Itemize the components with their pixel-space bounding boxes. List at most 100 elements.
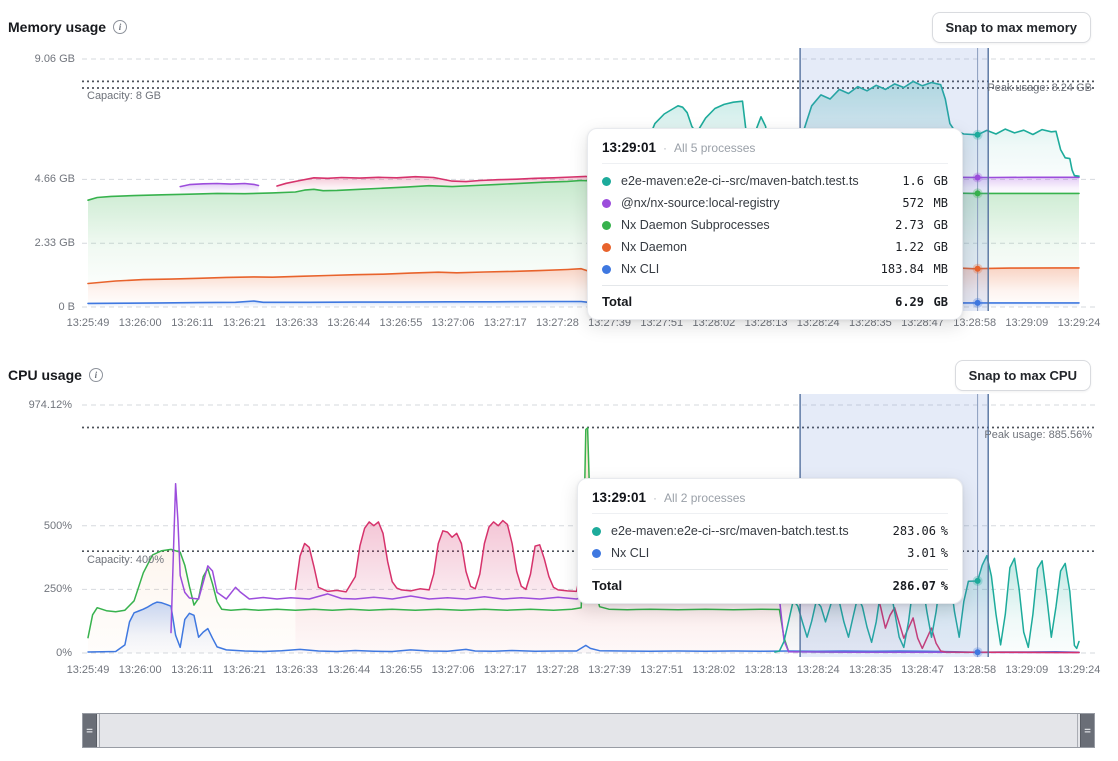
cpu-capacity-label: Capacity: 400%	[87, 554, 164, 566]
process-unit: MB	[924, 196, 948, 210]
process-value: 572	[902, 196, 924, 210]
tooltip-subtitle: All 2 processes	[664, 491, 745, 505]
snap-to-max-cpu-button[interactable]: Snap to max CPU	[955, 360, 1091, 391]
tooltip-rows: e2e-maven:e2e-ci--src/maven-batch.test.t…	[592, 514, 948, 564]
tooltip-rows: e2e-maven:e2e-ci--src/maven-batch.test.t…	[602, 164, 948, 280]
x-axis-tick-label: 13:29:24	[1058, 664, 1101, 676]
process-value: 283.06	[893, 524, 936, 538]
tooltip-row: Nx Daemon1.22GB	[602, 236, 948, 258]
series-area-local-registry-b	[955, 177, 1080, 193]
process-name: e2e-maven:e2e-ci--src/maven-batch.test.t…	[621, 174, 859, 188]
cpu-peak-label: Peak usage: 885.56%	[984, 429, 1092, 441]
snap-to-max-memory-button[interactable]: Snap to max memory	[932, 12, 1092, 43]
x-axis-tick-label: 13:26:11	[171, 664, 213, 676]
x-axis-tick-label: 13:28:35	[849, 664, 892, 676]
series-color-dot	[602, 265, 611, 274]
series-color-dot	[592, 549, 601, 558]
process-value: 183.84	[881, 262, 924, 276]
brush-selection-edge	[1077, 714, 1078, 747]
x-axis-tick-label: 13:26:55	[380, 664, 423, 676]
x-axis-tick-label: 13:28:47	[901, 664, 944, 676]
x-axis-tick-label: 13:28:13	[745, 664, 788, 676]
memory-chart-plot[interactable]	[0, 0, 1118, 761]
x-axis-tick-label: 13:26:44	[327, 317, 370, 329]
x-axis-tick-label: 13:26:55	[380, 317, 423, 329]
series-area-cpu-nx-cli	[88, 602, 1079, 653]
y-axis-tick-label: 250%	[44, 583, 72, 595]
process-unit: GB	[924, 240, 948, 254]
x-axis-tick-label: 13:26:00	[119, 317, 162, 329]
tooltip-header: 13:29:01 · All 5 processes	[602, 140, 948, 164]
tooltip-row: e2e-maven:e2e-ci--src/maven-batch.test.t…	[592, 520, 948, 542]
hover-marker-dot	[975, 132, 981, 138]
tooltip-total-value: 6.29	[895, 295, 924, 309]
hover-marker-halo	[973, 647, 983, 657]
series-color-dot	[602, 199, 611, 208]
process-value: 1.22	[895, 240, 924, 254]
cpu-tooltip: 13:29:01 · All 2 processes e2e-maven:e2e…	[577, 478, 963, 604]
process-name: e2e-maven:e2e-ci--src/maven-batch.test.t…	[611, 524, 849, 538]
hover-marker-dot	[975, 649, 981, 655]
x-axis-tick-label: 13:29:09	[1005, 664, 1048, 676]
process-unit: %	[936, 546, 948, 560]
tooltip-header: 13:29:01 · All 2 processes	[592, 490, 948, 514]
x-axis-tick-label: 13:28:58	[953, 317, 996, 329]
x-axis-tick-label: 13:27:06	[432, 664, 475, 676]
hover-marker-dot	[975, 175, 981, 181]
x-axis-tick-label: 13:29:09	[1005, 317, 1048, 329]
x-axis-tick-label: 13:26:33	[275, 664, 318, 676]
drag-handle-icon: =	[1084, 724, 1091, 737]
tooltip-total-row: Total 286.07 %	[592, 569, 948, 593]
hover-marker-dot	[975, 190, 981, 196]
tooltip-separator: ·	[663, 141, 667, 155]
process-name: Nx Daemon Subprocesses	[621, 218, 770, 232]
cpu-section-title: CPU usage	[8, 367, 82, 383]
x-axis-tick-label: 13:29:24	[1058, 317, 1101, 329]
y-axis-tick-label: 0 B	[58, 301, 75, 313]
tooltip-row: Nx CLI183.84MB	[602, 258, 948, 280]
series-color-dot	[602, 243, 611, 252]
cpu-chart-plot[interactable]	[0, 0, 1118, 761]
cpu-section-header: CPU usage i	[8, 367, 103, 383]
tooltip-total-label: Total	[602, 294, 632, 309]
series-color-dot	[602, 177, 611, 186]
x-axis-tick-label: 13:26:11	[171, 317, 213, 329]
memory-section-header: Memory usage i	[8, 19, 127, 35]
memory-peak-label: Peak usage: 8.24 GB	[987, 82, 1092, 94]
info-icon[interactable]: i	[113, 20, 127, 34]
series-color-dot	[592, 527, 601, 536]
y-axis-tick-label: 4.66 GB	[35, 173, 75, 185]
tooltip-total-row: Total 6.29 GB	[602, 285, 948, 309]
x-axis-tick-label: 13:27:17	[484, 317, 527, 329]
hover-marker-halo	[973, 188, 983, 198]
x-axis-tick-label: 13:25:49	[67, 317, 110, 329]
process-value: 2.73	[895, 218, 924, 232]
drag-handle-icon: =	[86, 724, 93, 737]
hover-marker-dot	[975, 266, 981, 272]
y-axis-tick-label: 0%	[56, 647, 72, 659]
info-icon[interactable]: i	[89, 368, 103, 382]
x-axis-tick-label: 13:26:33	[275, 317, 318, 329]
process-value: 1.6	[902, 174, 924, 188]
x-axis-tick-label: 13:27:28	[536, 664, 579, 676]
x-axis-tick-label: 13:26:21	[223, 317, 266, 329]
x-axis-tick-label: 13:27:28	[536, 317, 579, 329]
tooltip-subtitle: All 5 processes	[674, 141, 755, 155]
x-axis-tick-label: 13:27:17	[484, 664, 527, 676]
series-area-local-registry-a	[180, 184, 258, 195]
series-line-cpu-nx-cli	[88, 602, 1079, 652]
tooltip-total-label: Total	[592, 578, 622, 593]
x-axis-tick-label: 13:26:44	[327, 664, 370, 676]
series-color-dot	[602, 221, 611, 230]
memory-tooltip: 13:29:01 · All 5 processes e2e-maven:e2e…	[587, 128, 963, 320]
x-axis-tick-label: 13:27:39	[588, 664, 631, 676]
brush-handle-right[interactable]: =	[1080, 714, 1094, 747]
tooltip-row: Nx CLI3.01%	[592, 542, 948, 564]
brush-handle-left[interactable]: =	[83, 714, 97, 747]
process-name: Nx CLI	[621, 262, 659, 276]
time-range-brush[interactable]: = =	[82, 713, 1095, 748]
y-axis-tick-label: 9.06 GB	[35, 53, 75, 65]
y-axis-tick-label: 500%	[44, 520, 72, 532]
hover-marker-halo	[973, 173, 983, 183]
hover-marker-halo	[973, 264, 983, 274]
